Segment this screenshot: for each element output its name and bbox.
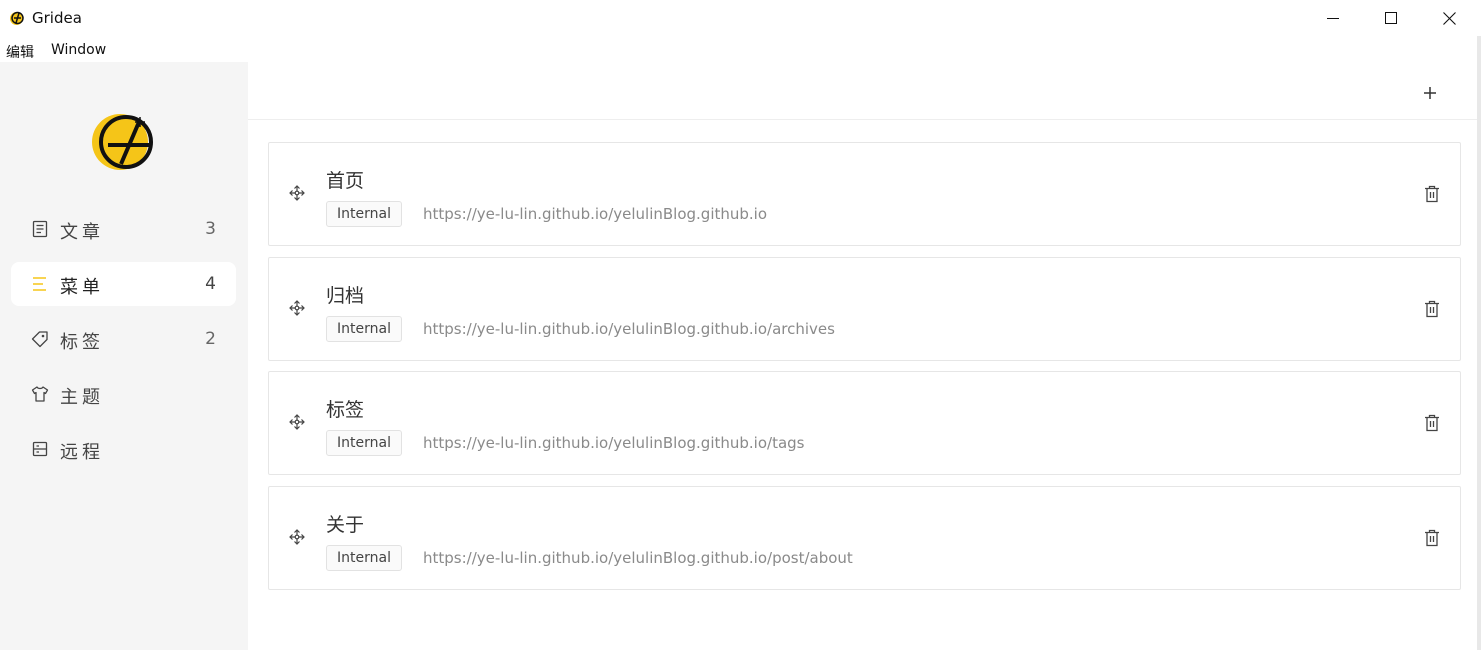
sidebar-item-label: 主题	[60, 387, 104, 408]
sidebar-item-label: 菜单	[60, 277, 104, 298]
theme-icon	[31, 386, 49, 402]
sidebar-item-label: 标签	[60, 332, 104, 353]
menu-link: https://ye-lu-lin.github.io/yelulinBlog.…	[423, 549, 853, 567]
menu-link: https://ye-lu-lin.github.io/yelulinBlog.…	[423, 434, 805, 452]
sidebar: 文章 3 菜单 4 标签 2 主题 远程	[0, 62, 248, 650]
sidebar-item-label: 文章	[60, 222, 104, 243]
menu-name: 关于	[326, 514, 365, 536]
menu-link: https://ye-lu-lin.github.io/yelulinBlog.…	[423, 205, 768, 223]
trash-icon[interactable]	[1424, 529, 1440, 547]
sidebar-item-tags[interactable]: 标签 2	[11, 317, 236, 361]
maximize-button[interactable]	[1362, 0, 1420, 36]
maximize-icon	[1385, 12, 1397, 24]
menu-window[interactable]: Window	[51, 42, 106, 58]
sidebar-item-label: 远程	[60, 442, 104, 463]
title-bar: Gridea	[0, 0, 1481, 36]
menu-name: 归档	[326, 285, 365, 307]
drag-handle-icon[interactable]	[289, 185, 305, 201]
minimize-icon	[1327, 18, 1339, 19]
menu-link: https://ye-lu-lin.github.io/yelulinBlog.…	[423, 320, 835, 338]
drag-handle-icon[interactable]	[289, 414, 305, 430]
menu-card[interactable]: 首页 Internal https://ye-lu-lin.github.io/…	[268, 142, 1461, 246]
gridea-logo	[92, 114, 153, 170]
plus-icon[interactable]	[1419, 82, 1441, 104]
toolbar	[248, 62, 1481, 120]
menu-card[interactable]: 关于 Internal https://ye-lu-lin.github.io/…	[268, 486, 1461, 590]
menu-card[interactable]: 归档 Internal https://ye-lu-lin.github.io/…	[268, 257, 1461, 361]
sidebar-item-menus[interactable]: 菜单 4	[11, 262, 236, 306]
app-logo-icon	[10, 11, 24, 25]
menu-card[interactable]: 标签 Internal https://ye-lu-lin.github.io/…	[268, 371, 1461, 475]
close-icon	[1442, 11, 1456, 25]
sidebar-item-themes[interactable]: 主题	[11, 372, 236, 416]
sidebar-item-count: 4	[205, 274, 216, 294]
menu-type-badge: Internal	[326, 316, 402, 342]
remote-icon	[32, 441, 48, 457]
article-icon	[32, 220, 48, 238]
menu-icon	[33, 277, 46, 291]
close-button[interactable]	[1420, 0, 1478, 36]
menu-name: 标签	[326, 399, 365, 421]
window-title: Gridea	[32, 9, 82, 27]
menu-type-badge: Internal	[326, 201, 402, 227]
trash-icon[interactable]	[1424, 414, 1440, 432]
sidebar-item-articles[interactable]: 文章 3	[11, 207, 236, 251]
menu-edit[interactable]: 编辑	[6, 42, 34, 62]
menu-type-badge: Internal	[326, 545, 402, 571]
sidebar-item-count: 2	[205, 329, 216, 349]
minimize-button[interactable]	[1304, 0, 1362, 36]
scrollbar[interactable]	[1477, 36, 1481, 650]
main-content: 首页 Internal https://ye-lu-lin.github.io/…	[248, 62, 1481, 650]
menu-name: 首页	[326, 170, 365, 192]
menu-bar: 编辑 Window	[0, 38, 1481, 62]
tag-icon	[31, 331, 48, 348]
trash-icon[interactable]	[1424, 300, 1440, 318]
drag-handle-icon[interactable]	[289, 300, 305, 316]
menu-type-badge: Internal	[326, 430, 402, 456]
drag-handle-icon[interactable]	[289, 529, 305, 545]
trash-icon[interactable]	[1424, 185, 1440, 203]
sidebar-item-count: 3	[205, 219, 216, 239]
sidebar-item-remote[interactable]: 远程	[11, 427, 236, 471]
